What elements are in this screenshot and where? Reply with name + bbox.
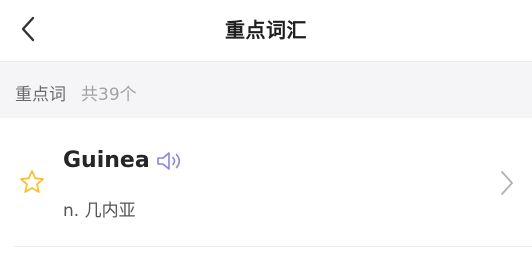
header-bar: 重点词汇: [0, 0, 532, 58]
word-text: Guinea: [63, 148, 150, 173]
section-label: 重点词: [15, 85, 66, 105]
chevron-right-icon: [501, 171, 513, 195]
row-divider: [14, 246, 532, 247]
speaker-icon[interactable]: [156, 151, 184, 171]
page-title: 重点词汇: [225, 18, 307, 42]
word-count: 共39个: [81, 85, 137, 105]
vocabulary-page: 重点词汇 重点词 共39个 Guinea n. 几内亚: [0, 0, 532, 255]
star-outline-icon[interactable]: [18, 168, 46, 196]
word-definition: n. 几内亚: [63, 201, 136, 221]
word-list-item[interactable]: Guinea n. 几内亚: [0, 118, 532, 246]
section-header: 重点词 共39个: [0, 62, 532, 118]
